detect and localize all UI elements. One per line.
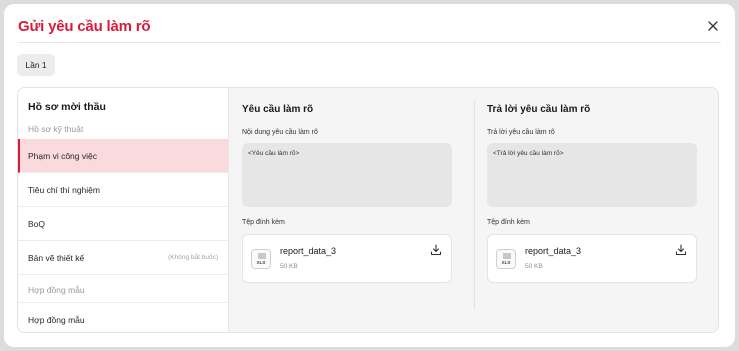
header-divider (18, 42, 721, 43)
file-size: 50 KB (525, 263, 543, 270)
sidebar-title: Hồ sơ mời thầu (28, 101, 106, 113)
file-name: report_data_3 (280, 246, 337, 256)
request-content-field[interactable]: <Yêu cầu làm rõ> (242, 143, 452, 207)
reply-column: Trả lời yêu cầu làm rõ Trả lời yêu cầu l… (474, 88, 718, 332)
reply-attachment-label: Tệp đính kèm (487, 219, 530, 226)
sidebar-item-sample-contract[interactable]: Hợp đồng mẫu (18, 302, 228, 332)
reply-attachment-card[interactable]: XLS report_data_3 50 KB (487, 234, 697, 283)
xls-file-icon: XLS (496, 249, 516, 269)
request-content-label: Nội dung yêu cầu làm rõ (242, 129, 318, 136)
document-sidebar: Hồ sơ mời thầu Hồ sơ kỹ thuật Phạm vi cô… (18, 88, 229, 332)
sidebar-item-label: Bản vẽ thiết kế (28, 252, 85, 263)
request-title: Yêu cầu làm rõ (242, 104, 314, 115)
sidebar-group-contract: Hợp đồng mẫu (28, 285, 85, 295)
sidebar-item-label: Tiêu chí thí nghiệm (28, 184, 100, 195)
optional-note: (Không bắt buộc) (168, 254, 218, 261)
file-type-label: XLS (501, 260, 511, 265)
sidebar-item-label: Hợp đồng mẫu (28, 314, 85, 325)
file-name: report_data_3 (525, 246, 582, 256)
request-attachment-label: Tệp đính kèm (242, 219, 285, 226)
download-icon[interactable] (430, 243, 442, 256)
sidebar-group-technical: Hồ sơ kỹ thuật (28, 124, 84, 134)
clarification-content: Yêu cầu làm rõ Nội dung yêu cầu làm rõ <… (229, 88, 718, 332)
sidebar-item-scope[interactable]: Phạm vi công việc (18, 139, 228, 173)
sidebar-item-label: BoQ (28, 218, 46, 229)
close-icon[interactable] (705, 18, 721, 34)
reply-title: Trả lời yêu cầu làm rõ (487, 104, 591, 115)
reply-content-field[interactable]: <Trả lời yêu cầu làm rõ> (487, 143, 697, 207)
reply-content-label: Trả lời yêu cầu làm rõ (487, 129, 555, 136)
modal-title: Gửi yêu cầu làm rõ (18, 18, 151, 35)
sidebar-item-test-criteria[interactable]: Tiêu chí thí nghiệm (18, 173, 228, 207)
file-type-label: XLS (256, 260, 266, 265)
file-size: 50 KB (280, 263, 298, 270)
sidebar-item-label: Phạm vi công việc (28, 150, 97, 161)
download-icon[interactable] (675, 243, 687, 256)
sidebar-item-boq[interactable]: BoQ (18, 207, 228, 241)
request-attachment-card[interactable]: XLS report_data_3 50 KB (242, 234, 452, 283)
request-column: Yêu cầu làm rõ Nội dung yêu cầu làm rõ <… (229, 88, 474, 332)
sidebar-item-design-drawings[interactable]: Bản vẽ thiết kế (Không bắt buộc) (18, 241, 228, 275)
round-tab-1[interactable]: Lần 1 (17, 54, 55, 76)
clarification-modal: Gửi yêu cầu làm rõ Lần 1 Hồ sơ mời thầu … (4, 4, 735, 347)
content-panel: Hồ sơ mời thầu Hồ sơ kỹ thuật Phạm vi cô… (17, 87, 719, 333)
xls-file-icon: XLS (251, 249, 271, 269)
